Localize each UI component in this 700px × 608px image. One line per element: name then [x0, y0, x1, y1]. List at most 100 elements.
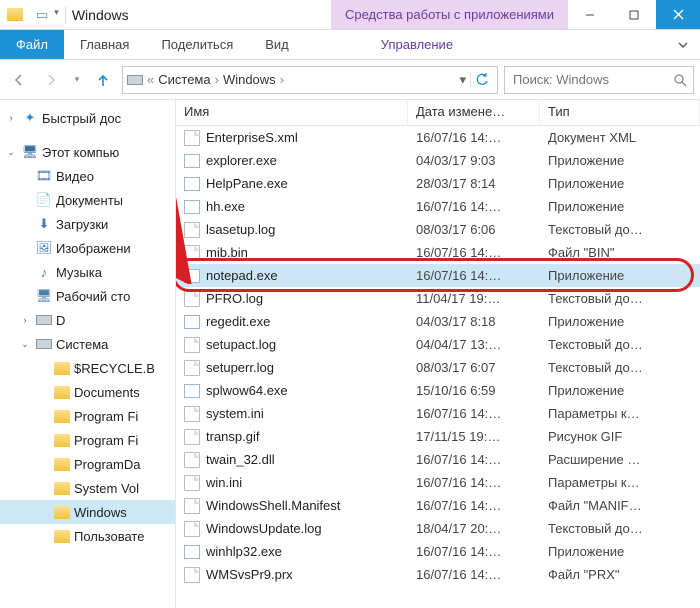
file-icon — [184, 222, 200, 238]
file-row[interactable]: PFRO.log11/04/17 19:…Текстовый до… — [176, 287, 700, 310]
tree-item[interactable]: ⌄Система — [0, 332, 175, 356]
file-type: Приложение — [540, 199, 700, 214]
file-list[interactable]: EnterpriseS.xml16/07/16 14:…Документ XML… — [176, 126, 700, 586]
file-row[interactable]: win.ini16/07/16 14:…Параметры к… — [176, 471, 700, 494]
column-headers[interactable]: Имя Дата измене… Тип — [176, 100, 700, 126]
file-name: explorer.exe — [206, 153, 277, 168]
app-icon — [0, 8, 30, 21]
back-button[interactable] — [6, 67, 32, 93]
file-type: Текстовый до… — [540, 360, 700, 375]
tree-item[interactable]: ⬇Загрузки — [0, 212, 175, 236]
file-row[interactable]: splwow64.exe15/10/16 6:59Приложение — [176, 379, 700, 402]
file-row[interactable]: system.ini16/07/16 14:…Параметры к… — [176, 402, 700, 425]
address-dropdown-icon[interactable]: ▾ — [459, 72, 466, 88]
drive-icon — [127, 75, 143, 85]
file-date: 16/07/16 14:… — [408, 406, 540, 421]
application-icon — [184, 177, 200, 191]
file-row[interactable]: HelpPane.exe28/03/17 8:14Приложение — [176, 172, 700, 195]
file-type: Приложение — [540, 544, 700, 559]
file-date: 16/07/16 14:… — [408, 544, 540, 559]
expand-ribbon-button[interactable] — [666, 30, 700, 59]
file-row[interactable]: winhlp32.exe16/07/16 14:…Приложение — [176, 540, 700, 563]
tree-item[interactable]: 📄Документы — [0, 188, 175, 212]
tab-manage[interactable]: Управление — [365, 30, 469, 59]
tree-folder[interactable]: Documents — [0, 380, 175, 404]
tree-item[interactable]: ›D — [0, 308, 175, 332]
file-name: PFRO.log — [206, 291, 263, 306]
file-row[interactable]: regedit.exe04/03/17 8:18Приложение — [176, 310, 700, 333]
file-row[interactable]: explorer.exe04/03/17 9:03Приложение — [176, 149, 700, 172]
qat-properties-icon[interactable]: ▭ — [36, 7, 48, 23]
breadcrumb-system[interactable]: Система — [158, 72, 210, 87]
qat-dropdown-icon[interactable]: ▾ — [54, 7, 59, 23]
tree-folder[interactable]: ProgramDa — [0, 452, 175, 476]
tree-folder[interactable]: Program Fi — [0, 428, 175, 452]
video-icon: 🎞 — [36, 168, 52, 184]
col-type[interactable]: Тип — [540, 100, 700, 125]
file-name: WindowsUpdate.log — [206, 521, 322, 536]
tree-this-pc[interactable]: ⌄🖥 Этот компью — [0, 140, 175, 164]
file-date: 04/04/17 13:… — [408, 337, 540, 352]
file-icon — [184, 406, 200, 422]
folder-icon — [54, 362, 70, 375]
file-icon — [184, 245, 200, 261]
file-type: Параметры к… — [540, 475, 700, 490]
file-row[interactable]: lsasetup.log08/03/17 6:06Текстовый до… — [176, 218, 700, 241]
tree-folder[interactable]: $RECYCLE.B — [0, 356, 175, 380]
address-bar[interactable]: « Система › Windows › ▾ — [122, 66, 498, 94]
file-type: Документ XML — [540, 130, 700, 145]
file-row[interactable]: WindowsUpdate.log18/04/17 20:…Текстовый … — [176, 517, 700, 540]
search-input[interactable] — [511, 71, 667, 88]
tab-view[interactable]: Вид — [249, 30, 305, 59]
navigation-pane[interactable]: ›✦ Быстрый дос ⌄🖥 Этот компью 🎞Видео📄Док… — [0, 100, 176, 608]
col-name[interactable]: Имя — [176, 100, 408, 125]
tree-quick-access[interactable]: ›✦ Быстрый дос — [0, 106, 175, 130]
file-row[interactable]: transp.gif17/11/15 19:…Рисунок GIF — [176, 425, 700, 448]
file-row[interactable]: hh.exe16/07/16 14:…Приложение — [176, 195, 700, 218]
tab-share[interactable]: Поделиться — [145, 30, 249, 59]
tree-item[interactable]: 🖥Рабочий сто — [0, 284, 175, 308]
file-type: Рисунок GIF — [540, 429, 700, 444]
close-button[interactable] — [656, 0, 700, 29]
file-date: 15/10/16 6:59 — [408, 383, 540, 398]
file-row[interactable]: EnterpriseS.xml 16/07/16 14:…Документ XML — [176, 126, 700, 149]
folder-icon — [54, 530, 70, 543]
maximize-button[interactable] — [612, 0, 656, 29]
minimize-button[interactable] — [568, 0, 612, 29]
pc-icon: 🖥 — [22, 144, 38, 160]
drive-icon — [36, 315, 52, 325]
file-date: 16/07/16 14:… — [408, 498, 540, 513]
refresh-button[interactable] — [470, 73, 493, 87]
tab-file[interactable]: Файл — [0, 30, 64, 59]
file-name: setuperr.log — [206, 360, 274, 375]
tab-home[interactable]: Главная — [64, 30, 145, 59]
tree-folder[interactable]: Пользовате — [0, 524, 175, 548]
tree-item[interactable]: 🎞Видео — [0, 164, 175, 188]
file-row[interactable]: twain_32.dll16/07/16 14:…Расширение … — [176, 448, 700, 471]
file-row[interactable]: setupact.log04/04/17 13:…Текстовый до… — [176, 333, 700, 356]
drive-icon — [36, 339, 52, 349]
file-row[interactable]: notepad.exe16/07/16 14:…Приложение — [176, 264, 700, 287]
file-row[interactable]: WMSvsPr9.prx16/07/16 14:…Файл "PRX" — [176, 563, 700, 586]
search-icon[interactable] — [673, 73, 687, 87]
tree-item[interactable]: ♪Музыка — [0, 260, 175, 284]
col-date[interactable]: Дата измене… — [408, 100, 540, 125]
file-row[interactable]: mib.bin16/07/16 14:…Файл "BIN" — [176, 241, 700, 264]
folder-icon — [54, 410, 70, 423]
ribbon: Файл Главная Поделиться Вид Управление — [0, 30, 700, 60]
tree-folder[interactable]: Windows — [0, 500, 175, 524]
context-tab-header: Средства работы с приложениями — [331, 0, 568, 29]
tree-item[interactable]: 🖼Изображени — [0, 236, 175, 260]
tree-folder[interactable]: Program Fi — [0, 404, 175, 428]
tree-folder[interactable]: System Vol — [0, 476, 175, 500]
file-row[interactable]: WindowsShell.Manifest16/07/16 14:…Файл "… — [176, 494, 700, 517]
recent-dropdown[interactable]: ▾ — [70, 67, 84, 93]
breadcrumb-windows[interactable]: Windows — [223, 72, 276, 87]
file-name: EnterpriseS.xml — [206, 130, 298, 145]
file-type: Текстовый до… — [540, 521, 700, 536]
forward-button[interactable] — [38, 67, 64, 93]
search-box[interactable] — [504, 66, 694, 94]
up-button[interactable] — [90, 67, 116, 93]
file-row[interactable]: setuperr.log08/03/17 6:07Текстовый до… — [176, 356, 700, 379]
file-date: 16/07/16 14:… — [408, 130, 540, 145]
